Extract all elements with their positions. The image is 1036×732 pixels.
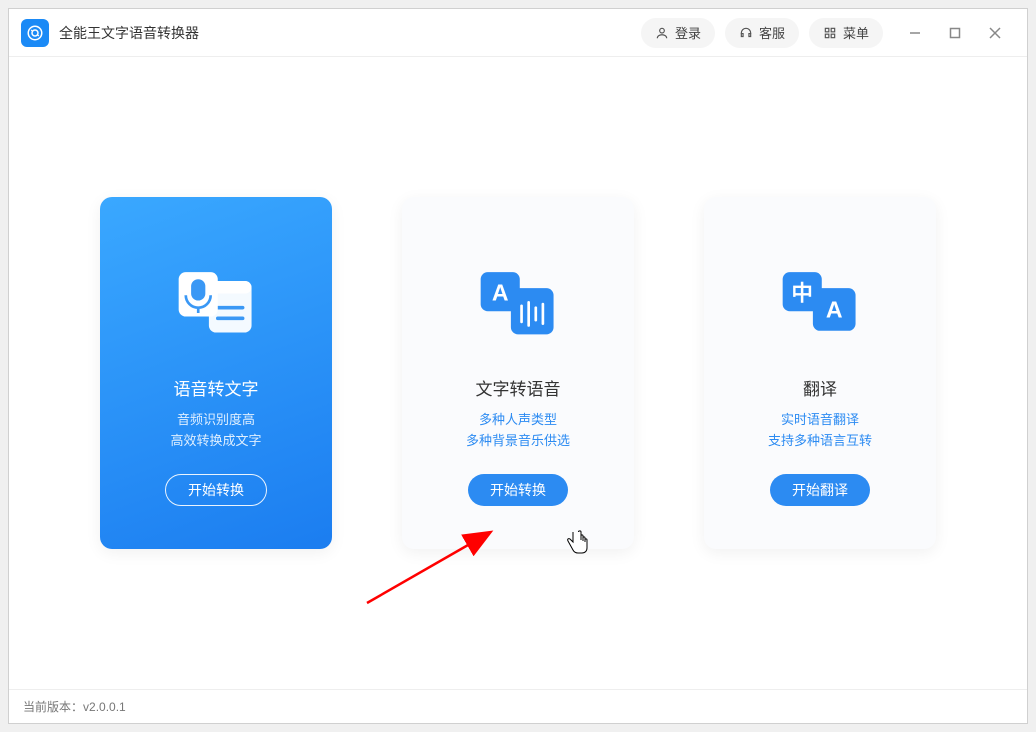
text-to-speech-icon: A [473, 265, 563, 345]
card-title: 语音转文字 [174, 375, 259, 400]
window-controls [895, 18, 1015, 48]
app-title: 全能王文字语音转换器 [59, 23, 199, 43]
support-label: 客服 [759, 23, 785, 42]
menu-label: 菜单 [843, 23, 869, 42]
maximize-button[interactable] [935, 18, 975, 48]
start-convert-button[interactable]: 开始转换 [165, 474, 267, 506]
svg-text:中: 中 [792, 282, 813, 306]
version-value: v2.0.0.1 [83, 700, 126, 714]
footer: 当前版本： v2.0.0.1 [9, 689, 1027, 723]
card-text-to-speech[interactable]: A 文字转语音 多种人声类型 多种背景音乐供选 开始转换 [402, 197, 634, 549]
close-button[interactable] [975, 18, 1015, 48]
minimize-button[interactable] [895, 18, 935, 48]
start-translate-button[interactable]: 开始翻译 [770, 474, 870, 506]
svg-text:A: A [492, 280, 509, 306]
card-desc: 多种人声类型 多种背景音乐供选 [466, 410, 570, 452]
card-speech-to-text[interactable]: 语音转文字 音频识别度高 高效转换成文字 开始转换 [100, 197, 332, 549]
grid-icon [823, 26, 837, 40]
app-logo-icon [21, 19, 49, 47]
support-button[interactable]: 客服 [725, 18, 799, 48]
version-label: 当前版本： [23, 698, 83, 715]
app-window: 全能王文字语音转换器 登录 客服 菜单 [8, 8, 1028, 724]
card-title: 文字转语音 [476, 375, 561, 400]
login-button[interactable]: 登录 [641, 18, 715, 48]
user-icon [655, 26, 669, 40]
titlebar: 全能王文字语音转换器 登录 客服 菜单 [9, 9, 1027, 57]
headset-icon [739, 26, 753, 40]
login-label: 登录 [675, 23, 701, 42]
card-desc: 实时语音翻译 支持多种语言互转 [768, 410, 872, 452]
card-title: 翻译 [803, 375, 837, 400]
card-translate[interactable]: A 中 翻译 实时语音翻译 支持多种语言互转 开始翻译 [704, 197, 936, 549]
start-convert-button[interactable]: 开始转换 [468, 474, 568, 506]
speech-to-text-icon [171, 265, 261, 345]
menu-button[interactable]: 菜单 [809, 18, 883, 48]
card-desc: 音频识别度高 高效转换成文字 [170, 410, 261, 452]
main-area: 语音转文字 音频识别度高 高效转换成文字 开始转换 A 文字转语音 [9, 57, 1027, 689]
translate-icon: A 中 [775, 265, 865, 345]
svg-text:A: A [826, 296, 843, 322]
